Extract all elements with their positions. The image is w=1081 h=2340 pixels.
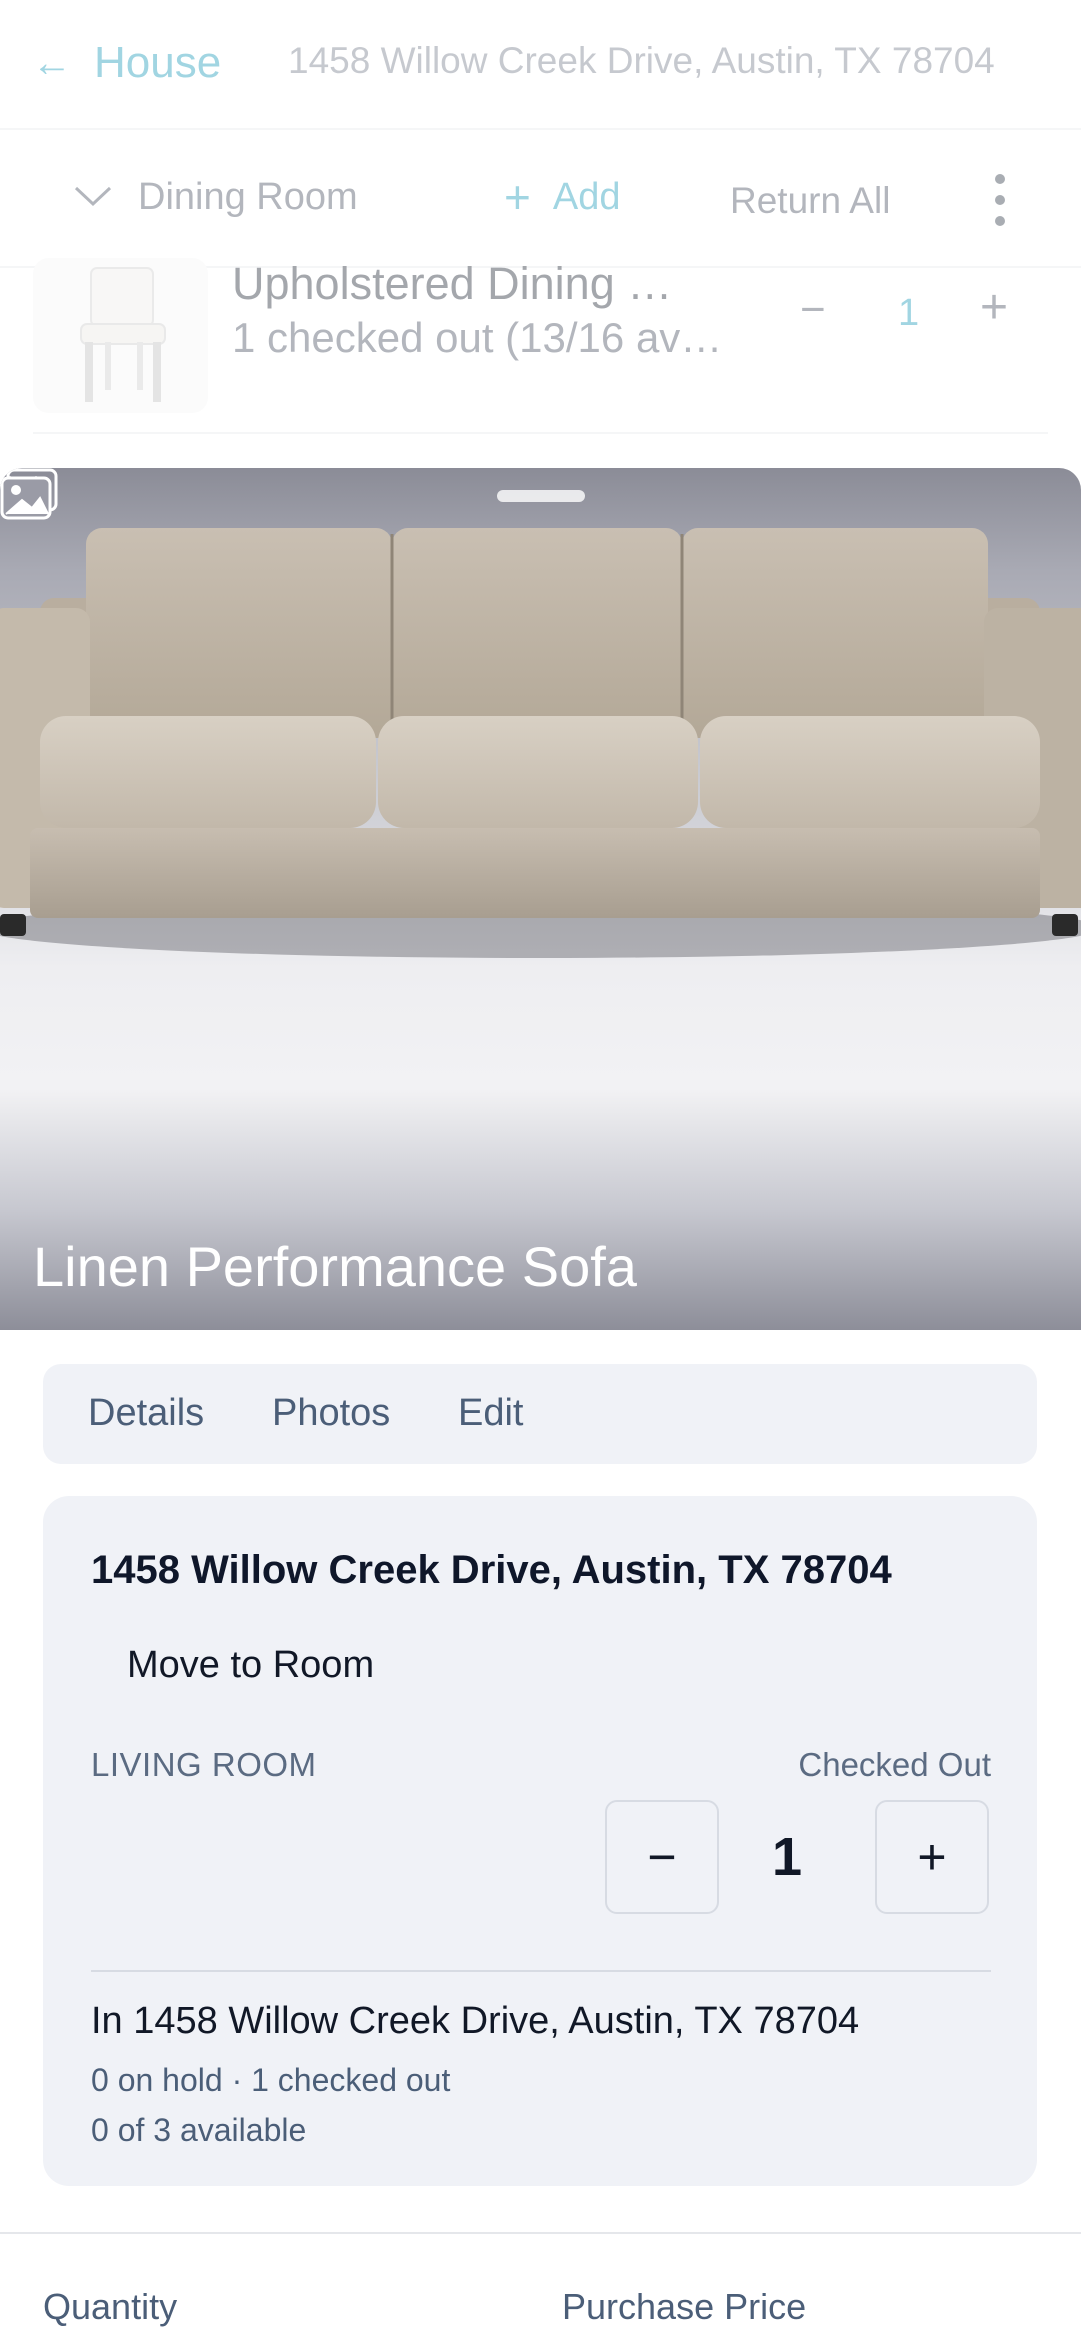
minus-icon: − xyxy=(647,1829,677,1885)
status-label: Checked Out xyxy=(798,1746,991,1783)
quantity-label: Quantity xyxy=(43,2286,178,2327)
card-address: 1458 Willow Creek Drive, Austin, TX 7870… xyxy=(91,1548,892,1592)
background-page: ← House 1458 Willow Creek Drive, Austin,… xyxy=(0,0,1081,468)
tab-bar: Details Photos Edit xyxy=(43,1364,1037,1464)
room-bar: Dining Room + Add Return All xyxy=(0,130,1081,268)
item-status: 1 checked out (13/16 av… xyxy=(232,314,723,361)
tab-details[interactable]: Details xyxy=(88,1392,204,1435)
property-address: 1458 Willow Creek Drive, Austin, TX 7870… xyxy=(288,40,995,81)
room-label: LIVING ROOM xyxy=(91,1746,317,1783)
room-toggle[interactable]: Dining Room xyxy=(70,174,358,220)
location-line: In 1458 Willow Creek Drive, Austin, TX 7… xyxy=(91,2000,860,2042)
divider xyxy=(33,432,1048,434)
divider xyxy=(0,2232,1081,2234)
add-label: Add xyxy=(552,175,621,218)
availability: 0 of 3 available xyxy=(91,2112,307,2148)
plus-icon: + xyxy=(504,171,531,223)
gallery-icon[interactable] xyxy=(0,468,58,520)
divider xyxy=(91,1970,991,1972)
plus-icon: + xyxy=(917,1829,947,1885)
product-title: Linen Performance Sofa xyxy=(33,1235,637,1298)
item-title: Upholstered Dining … xyxy=(232,258,673,309)
back-label: House xyxy=(94,38,222,87)
add-button[interactable]: + Add xyxy=(504,174,621,220)
room-name: Dining Room xyxy=(138,175,358,218)
chevron-down-icon xyxy=(74,186,112,207)
list-item[interactable]: Upholstered Dining … 1 checked out (13/1… xyxy=(0,258,1081,433)
top-bar: ← House 1458 Willow Creek Drive, Austin,… xyxy=(0,0,1081,130)
sofa-image xyxy=(0,528,1081,958)
minus-icon[interactable]: − xyxy=(800,288,826,332)
increment-button[interactable]: + xyxy=(875,1800,989,1914)
tab-photos[interactable]: Photos xyxy=(272,1392,390,1435)
arrow-left-icon: ← xyxy=(32,41,72,85)
location-card: 1458 Willow Creek Drive, Austin, TX 7870… xyxy=(43,1496,1037,2186)
quantity-value: 1 xyxy=(771,1827,803,1887)
item-thumbnail xyxy=(33,258,208,413)
purchase-price-label: Purchase Price xyxy=(562,2286,807,2327)
move-to-room-button[interactable]: Move to Room xyxy=(127,1644,374,1687)
return-all-button[interactable]: Return All xyxy=(730,180,890,222)
product-photo[interactable]: Linen Performance Sofa xyxy=(0,468,1081,1330)
hold-status: 0 on hold · 1 checked out xyxy=(91,2062,451,2098)
item-quantity: 1 xyxy=(898,292,920,334)
drag-handle[interactable] xyxy=(497,490,585,502)
tab-edit[interactable]: Edit xyxy=(458,1392,523,1435)
kebab-menu-icon[interactable] xyxy=(990,174,1010,226)
item-detail-sheet: Linen Performance Sofa Details Photos Ed… xyxy=(0,468,1081,2340)
decrement-button[interactable]: − xyxy=(605,1800,719,1914)
back-button[interactable]: ← House xyxy=(32,38,221,88)
plus-icon[interactable]: + xyxy=(980,284,1008,332)
